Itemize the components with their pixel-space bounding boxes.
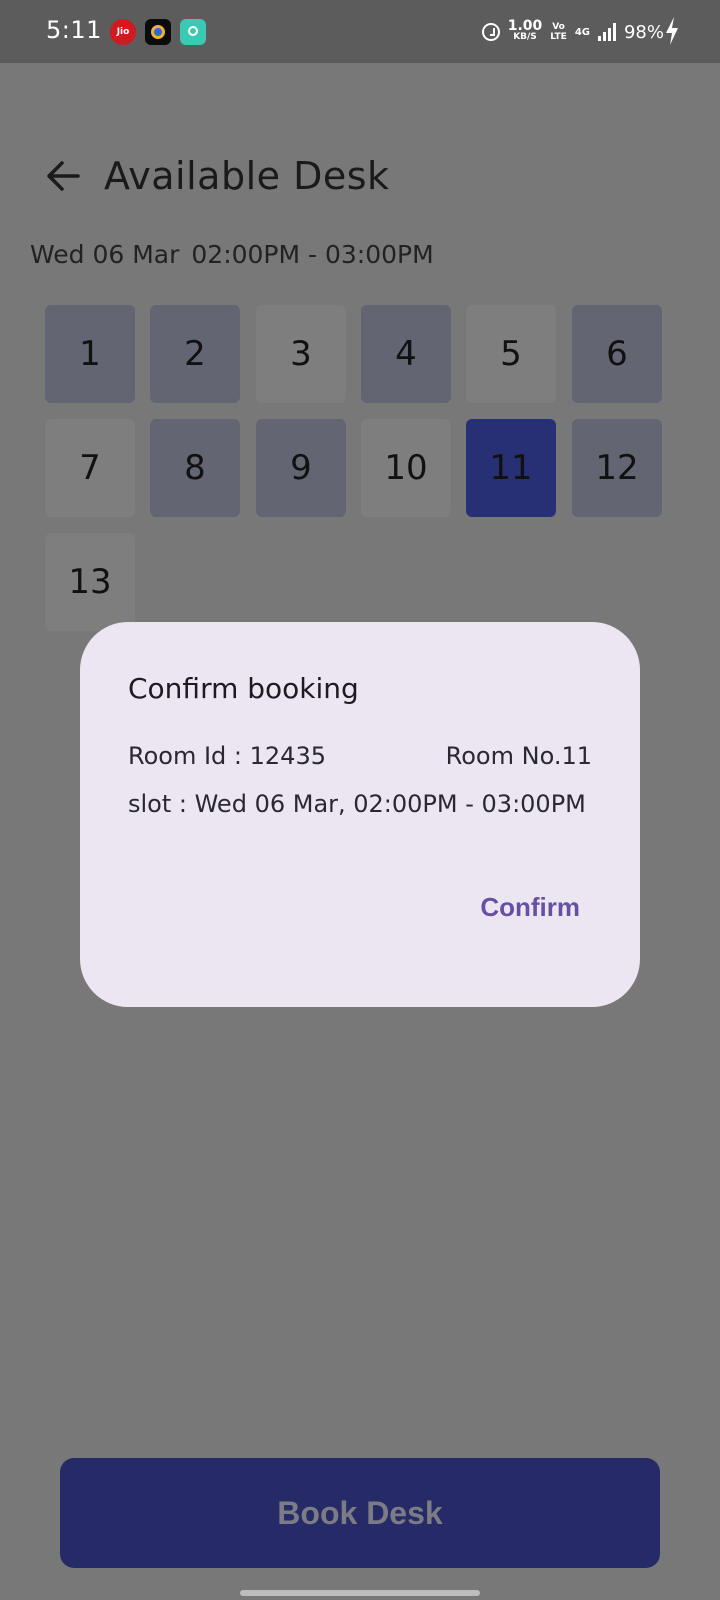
net-speed: 1.00 KB/S [507,18,543,43]
status-bar: 5:11 Jio 1.00 KB/S Vo LTE 4G 98% [0,0,720,63]
desk-tile[interactable]: 13 [45,533,135,631]
volte-bottom: LTE [550,32,567,42]
book-desk-label: Book Desk [277,1494,443,1531]
charging-icon [666,17,678,45]
signal-icon [597,23,616,41]
desk-number: 12 [595,448,639,488]
desk-tile[interactable]: 2 [150,305,240,403]
desk-number: 5 [500,334,522,374]
desk-number: 9 [290,448,312,488]
confirm-button[interactable]: Confirm [480,892,580,923]
desk-tile[interactable]: 4 [361,305,451,403]
desk-number: 7 [79,448,101,488]
slot-text: slot : Wed 06 Mar, 02:00PM - 03:00PM [128,790,586,818]
desk-number: 13 [68,562,112,602]
status-time: 5:11 [46,16,102,44]
desk-tile[interactable]: 12 [572,419,662,517]
desk-number: 4 [395,334,417,374]
confirm-booking-dialog: Confirm booking Room Id : 12435 Room No.… [80,622,640,1007]
room-number-text: Room No.11 [445,742,592,770]
desk-tile[interactable]: 1 [45,305,135,403]
desk-tile[interactable]: 9 [256,419,346,517]
battery-percent: 98% [623,21,664,43]
desk-tile[interactable]: 6 [572,305,662,403]
slot-date: Wed 06 Mar [30,240,180,269]
app-notification-icon [145,19,171,45]
book-desk-button[interactable]: Book Desk [60,1458,660,1568]
desk-number: 3 [290,334,312,374]
desk-tile[interactable]: 7 [45,419,135,517]
app-header: Available Desk [0,140,720,210]
page-title: Available Desk [104,154,390,198]
desk-number: 2 [184,334,206,374]
slot-info: Wed 06 Mar 02:00PM - 03:00PM [30,240,434,269]
desk-tile[interactable]: 3 [256,305,346,403]
dialog-title: Confirm booking [128,672,359,705]
alarm-icon [481,23,500,41]
desk-number: 8 [184,448,206,488]
desk-tile[interactable]: 10 [361,419,451,517]
desk-number: 10 [384,448,428,488]
net-speed-unit: KB/S [513,32,537,42]
slot-time-range: 02:00PM - 03:00PM [191,240,434,269]
jio-app-icon: Jio [110,19,136,45]
desk-tile[interactable]: 11 [466,419,556,517]
desk-number: 1 [79,334,101,374]
volte-icon: Vo LTE [550,22,567,42]
desk-number: 6 [606,334,628,374]
volte-top: Vo [552,22,565,32]
net-speed-value: 1.00 [507,18,543,34]
back-arrow-icon[interactable] [44,157,82,195]
room-id-text: Room Id : 12435 [128,742,326,770]
desk-tile[interactable]: 8 [150,419,240,517]
home-indicator[interactable] [240,1590,480,1596]
status-indicators: 1.00 KB/S Vo LTE 4G 98% [481,18,664,46]
network-type: 4G [574,26,590,38]
chat-notification-icon [180,19,206,45]
desk-number: 11 [489,448,533,488]
desk-tile[interactable]: 5 [466,305,556,403]
